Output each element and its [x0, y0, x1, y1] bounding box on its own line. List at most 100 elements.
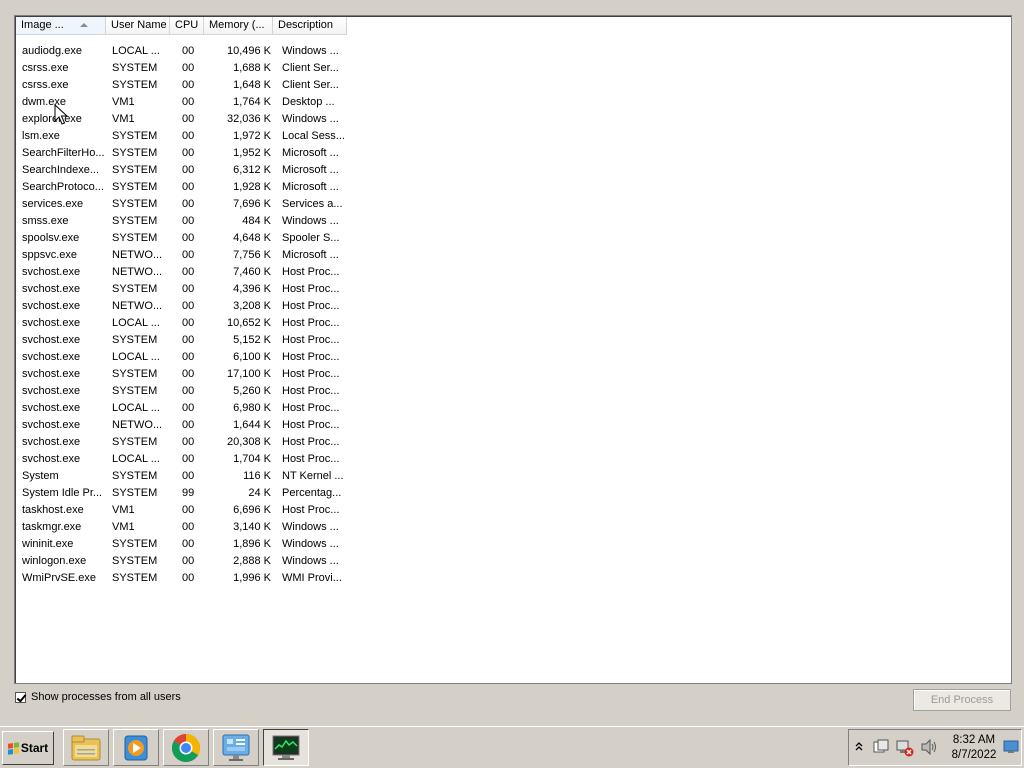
- column-header-image-name[interactable]: Image ...: [16, 17, 106, 34]
- column-header-user-name[interactable]: User Name: [106, 17, 170, 34]
- column-label: CPU: [175, 19, 199, 31]
- task-manager-icon: [272, 735, 300, 760]
- taskbar-app-media-player[interactable]: [113, 729, 159, 766]
- process-user-name-cell: SYSTEM: [112, 572, 158, 584]
- show-desktop-icon[interactable]: [1003, 740, 1019, 757]
- process-user-name-cell: SYSTEM: [112, 181, 158, 193]
- process-image-name-cell: spoolsv.exe: [22, 232, 80, 244]
- process-description-cell: NT Kernel ...: [282, 470, 344, 482]
- table-row[interactable]: svchost.exe SYSTEM 00 17,100 K Host Proc...: [16, 366, 346, 383]
- end-process-button[interactable]: End Process: [913, 689, 1011, 711]
- process-user-name-cell: NETWO...: [112, 419, 163, 431]
- process-user-name-cell: LOCAL ...: [112, 351, 160, 363]
- table-row[interactable]: svchost.exe LOCAL ... 00 1,704 K Host Proc..…: [16, 451, 346, 468]
- volume-icon[interactable]: [920, 738, 938, 758]
- table-row[interactable]: services.exe SYSTEM 00 7,696 K Services a...: [16, 196, 346, 213]
- process-image-name-cell: svchost.exe: [22, 385, 81, 397]
- process-user-name-cell: SYSTEM: [112, 62, 158, 74]
- table-row[interactable]: SearchIndexe... SYSTEM 00 6,312 K Microsoft …: [16, 162, 346, 179]
- table-row[interactable]: svchost.exe SYSTEM 00 5,260 K Host Proc...: [16, 383, 346, 400]
- taskbar-app-task-manager[interactable]: [263, 729, 309, 766]
- process-user-name-cell: SYSTEM: [112, 470, 158, 482]
- table-row[interactable]: svchost.exe SYSTEM 00 5,152 K Host Proc...: [16, 332, 346, 349]
- action-center-flag-icon[interactable]: [872, 739, 890, 758]
- column-label: Description: [278, 19, 334, 31]
- process-cpu-cell: 00: [182, 300, 195, 312]
- process-list[interactable]: Image ... User Name CPU Memory (... Desc…: [14, 15, 1012, 684]
- process-image-name-cell: svchost.exe: [22, 419, 81, 431]
- process-memory-cell: 3,140 K: [233, 521, 271, 533]
- table-row[interactable]: audiodg.exe LOCAL ... 00 10,496 K Windows ..…: [16, 43, 346, 60]
- process-image-name-cell: audiodg.exe: [22, 45, 82, 57]
- process-cpu-cell: 00: [182, 436, 195, 448]
- column-label: Image ...: [21, 19, 64, 31]
- column-header-cpu[interactable]: CPU: [170, 17, 204, 34]
- network-error-icon[interactable]: [896, 739, 914, 760]
- table-row[interactable]: csrss.exe SYSTEM 00 1,648 K Client Ser...: [16, 77, 346, 94]
- process-memory-cell: 7,696 K: [233, 198, 271, 210]
- process-user-name-cell: LOCAL ...: [112, 453, 160, 465]
- table-row[interactable]: svchost.exe LOCAL ... 00 6,980 K Host Proc..…: [16, 400, 346, 417]
- table-row[interactable]: SearchProtoco... SYSTEM 00 1,928 K Microsoft…: [16, 179, 346, 196]
- process-cpu-cell: 00: [182, 130, 195, 142]
- column-header-description[interactable]: Description: [273, 17, 347, 34]
- table-row[interactable]: taskmgr.exe VM1 00 3,140 K Windows ...: [16, 519, 346, 536]
- process-cpu-cell: 00: [182, 555, 195, 567]
- clock[interactable]: 8:32 AM 8/7/2022: [945, 733, 1003, 763]
- process-image-name-cell: svchost.exe: [22, 300, 81, 312]
- process-description-cell: Host Proc...: [282, 266, 340, 278]
- process-description-cell: Microsoft ...: [282, 147, 339, 159]
- table-row[interactable]: svchost.exe SYSTEM 00 4,396 K Host Proc...: [16, 281, 346, 298]
- process-cpu-cell: 00: [182, 402, 195, 414]
- process-cpu-cell: 00: [182, 504, 195, 516]
- show-hidden-icons-chevron-icon[interactable]: [855, 740, 863, 755]
- process-memory-cell: 1,972 K: [233, 130, 271, 142]
- table-row[interactable]: lsm.exe SYSTEM 00 1,972 K Local Sess...: [16, 128, 346, 145]
- table-row[interactable]: svchost.exe LOCAL ... 00 6,100 K Host Proc..…: [16, 349, 346, 366]
- table-row[interactable]: csrss.exe SYSTEM 00 1,688 K Client Ser...: [16, 60, 346, 77]
- process-memory-cell: 1,928 K: [233, 181, 271, 193]
- table-row[interactable]: svchost.exe NETWO... 00 7,460 K Host Proc...: [16, 264, 346, 281]
- process-cpu-cell: 00: [182, 470, 195, 482]
- process-user-name-cell: NETWO...: [112, 249, 163, 261]
- process-user-name-cell: VM1: [112, 521, 135, 533]
- table-row[interactable]: SearchFilterHo... SYSTEM 00 1,952 K Microsof…: [16, 145, 346, 162]
- process-description-cell: Windows ...: [282, 215, 339, 227]
- table-row[interactable]: winlogon.exe SYSTEM 00 2,888 K Windows ...: [16, 553, 346, 570]
- process-cpu-cell: 00: [182, 419, 195, 431]
- process-description-cell: Spooler S...: [282, 232, 340, 244]
- process-memory-cell: 4,396 K: [233, 283, 271, 295]
- table-row[interactable]: System SYSTEM 00 116 K NT Kernel ...: [16, 468, 346, 485]
- process-image-name-cell: csrss.exe: [22, 62, 69, 74]
- sort-ascending-icon: [80, 23, 88, 27]
- start-button[interactable]: Start: [2, 731, 54, 765]
- show-all-processes-option[interactable]: Show processes from all users: [15, 690, 181, 704]
- column-header-memory[interactable]: Memory (...: [204, 17, 273, 34]
- table-row[interactable]: System Idle Pr... SYSTEM 99 24 K Percentag..…: [16, 485, 346, 502]
- mouse-cursor-icon: [54, 104, 68, 125]
- table-row[interactable]: WmiPrvSE.exe SYSTEM 00 1,996 K WMI Provi...: [16, 570, 346, 587]
- process-user-name-cell: LOCAL ...: [112, 45, 160, 57]
- table-row[interactable]: spoolsv.exe SYSTEM 00 4,648 K Spooler S...: [16, 230, 346, 247]
- process-memory-cell: 5,260 K: [233, 385, 271, 397]
- table-row[interactable]: taskhost.exe VM1 00 6,696 K Host Proc...: [16, 502, 346, 519]
- taskbar-app-control-panel[interactable]: [213, 729, 259, 766]
- process-memory-cell: 116 K: [243, 470, 271, 482]
- process-image-name-cell: svchost.exe: [22, 283, 81, 295]
- table-row[interactable]: wininit.exe SYSTEM 00 1,896 K Windows ...: [16, 536, 346, 553]
- table-row[interactable]: svchost.exe SYSTEM 00 20,308 K Host Proc...: [16, 434, 346, 451]
- table-row[interactable]: svchost.exe NETWO... 00 1,644 K Host Proc...: [16, 417, 346, 434]
- table-row[interactable]: sppsvc.exe NETWO... 00 7,756 K Microsoft ...: [16, 247, 346, 264]
- taskbar-app-chrome[interactable]: [163, 729, 209, 766]
- taskbar-app-file-explorer[interactable]: [63, 729, 109, 766]
- show-all-processes-checkbox[interactable]: [15, 691, 26, 703]
- taskbar: Start 8:32 AM 8/7/2022: [0, 726, 1024, 768]
- table-row[interactable]: svchost.exe LOCAL ... 00 10,652 K Host Proc.…: [16, 315, 346, 332]
- table-row[interactable]: smss.exe SYSTEM 00 484 K Windows ...: [16, 213, 346, 230]
- table-row[interactable]: svchost.exe NETWO... 00 3,208 K Host Proc...: [16, 298, 346, 315]
- process-description-cell: Windows ...: [282, 538, 339, 550]
- process-memory-cell: 10,496 K: [226, 45, 271, 57]
- clock-date: 8/7/2022: [951, 749, 997, 761]
- show-all-processes-label[interactable]: Show processes from all users: [31, 691, 181, 703]
- process-description-cell: Host Proc...: [282, 317, 340, 329]
